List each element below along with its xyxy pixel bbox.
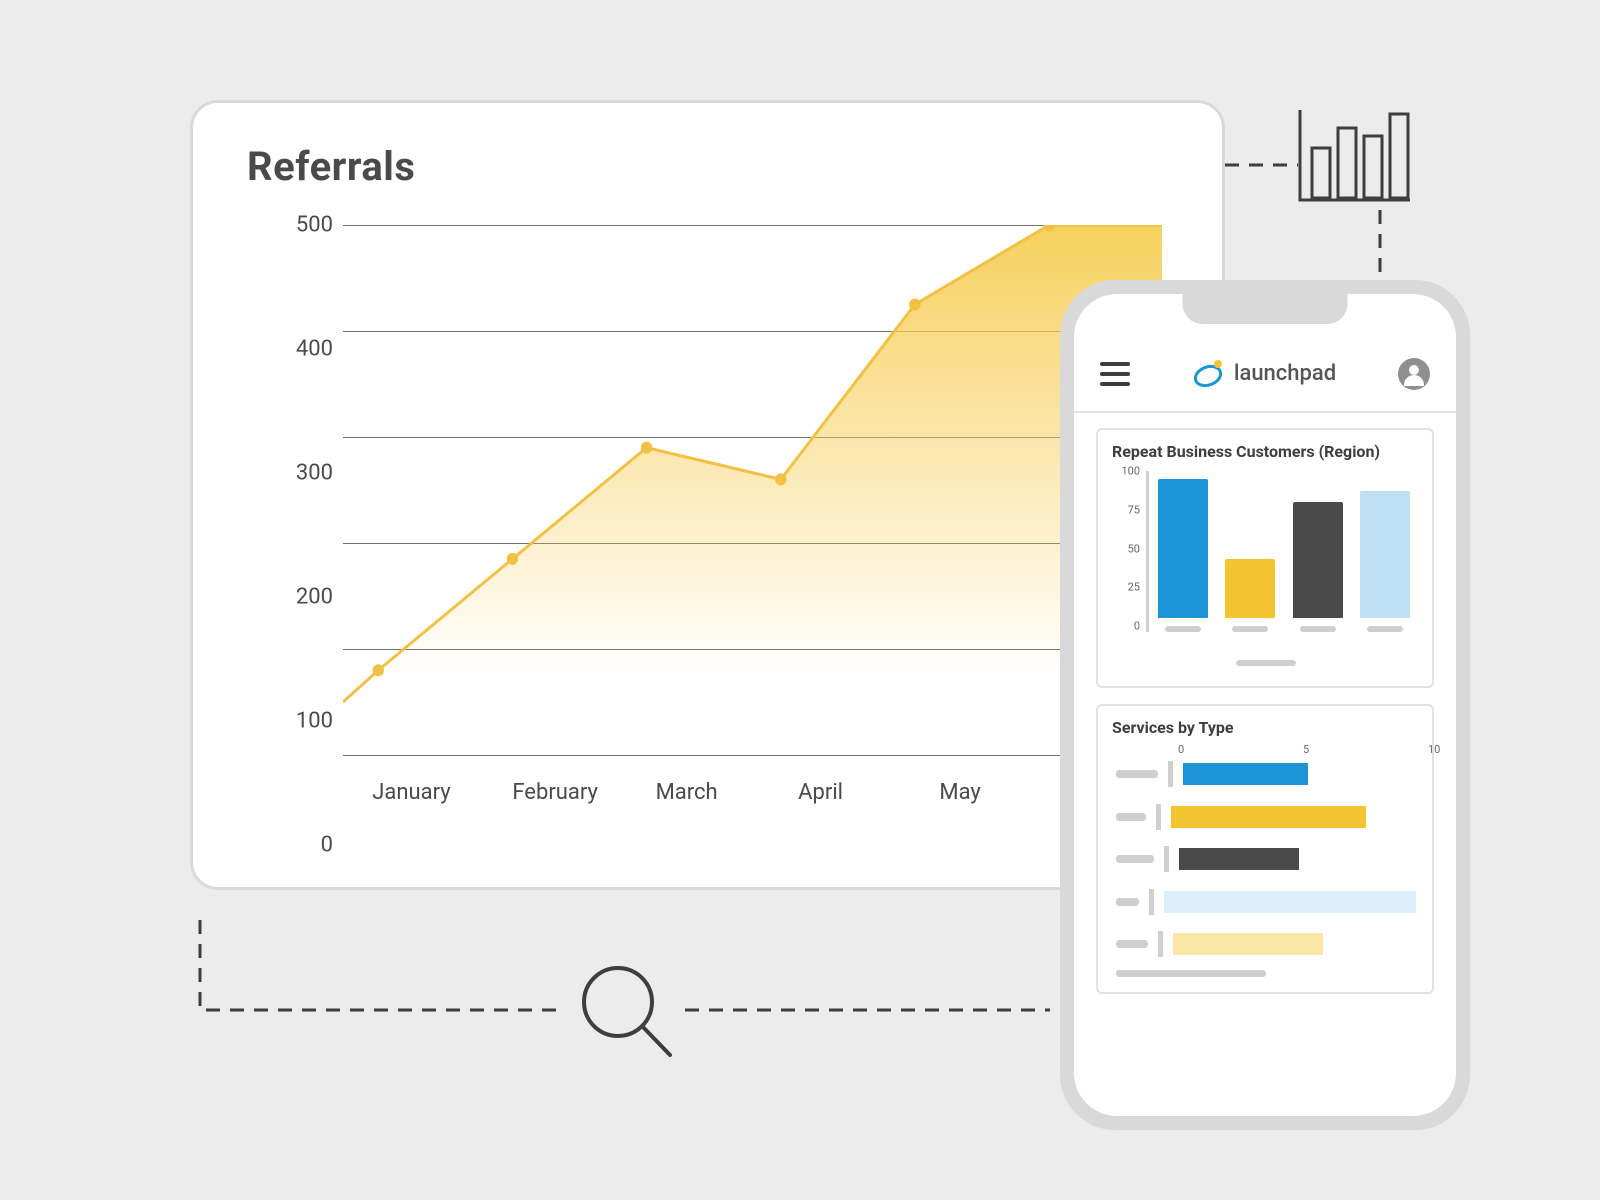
repeat-customers-bar [1360,491,1410,618]
services-title: Services by Type [1112,718,1418,737]
referrals-x-tick: April [798,780,843,805]
services-card: Services by Type 0510 [1096,704,1434,994]
phone-notch [1183,294,1348,324]
bar-chart-icon [1298,110,1410,202]
referrals-y-tick: 200 [263,585,333,610]
repeat-customers-bar [1293,502,1343,618]
services-bar [1179,848,1299,870]
repeat-customers-bar [1158,479,1208,619]
referrals-y-tick: 400 [263,337,333,362]
referrals-y-tick: 500 [263,213,333,238]
launchpad-icon [1192,359,1226,389]
phone-mockup: launchpad Repeat Business Customers (Reg… [1060,280,1470,1130]
services-bar [1183,763,1308,785]
referrals-x-tick: March [656,780,718,805]
services-bar [1164,891,1416,913]
repeat-customers-bar [1225,559,1275,618]
brand-logo[interactable]: launchpad [1192,359,1336,389]
referrals-x-tick: February [512,780,598,805]
brand-text: launchpad [1234,361,1336,386]
phone-header: launchpad [1074,346,1456,401]
hamburger-icon[interactable] [1100,362,1130,386]
services-bar [1171,806,1366,828]
services-bar [1173,933,1323,955]
referrals-chart: 0100200300400500 JanuaryFebruaryMarchApr… [263,225,1162,845]
referrals-x-tick: May [939,780,980,805]
referrals-y-tick: 300 [263,461,333,486]
referrals-title: Referrals [247,143,1172,190]
repeat-customers-title: Repeat Business Customers (Region) [1112,442,1418,461]
repeat-customers-card: Repeat Business Customers (Region) 02550… [1096,428,1434,688]
referrals-y-tick: 0 [263,833,333,858]
services-chart: 0510 [1116,747,1416,977]
avatar-icon[interactable] [1398,358,1430,390]
repeat-customers-chart: 0255075100 [1118,471,1414,666]
referrals-x-tick: January [372,780,450,805]
magnifier-icon [570,960,680,1070]
referrals-y-tick: 100 [263,709,333,734]
